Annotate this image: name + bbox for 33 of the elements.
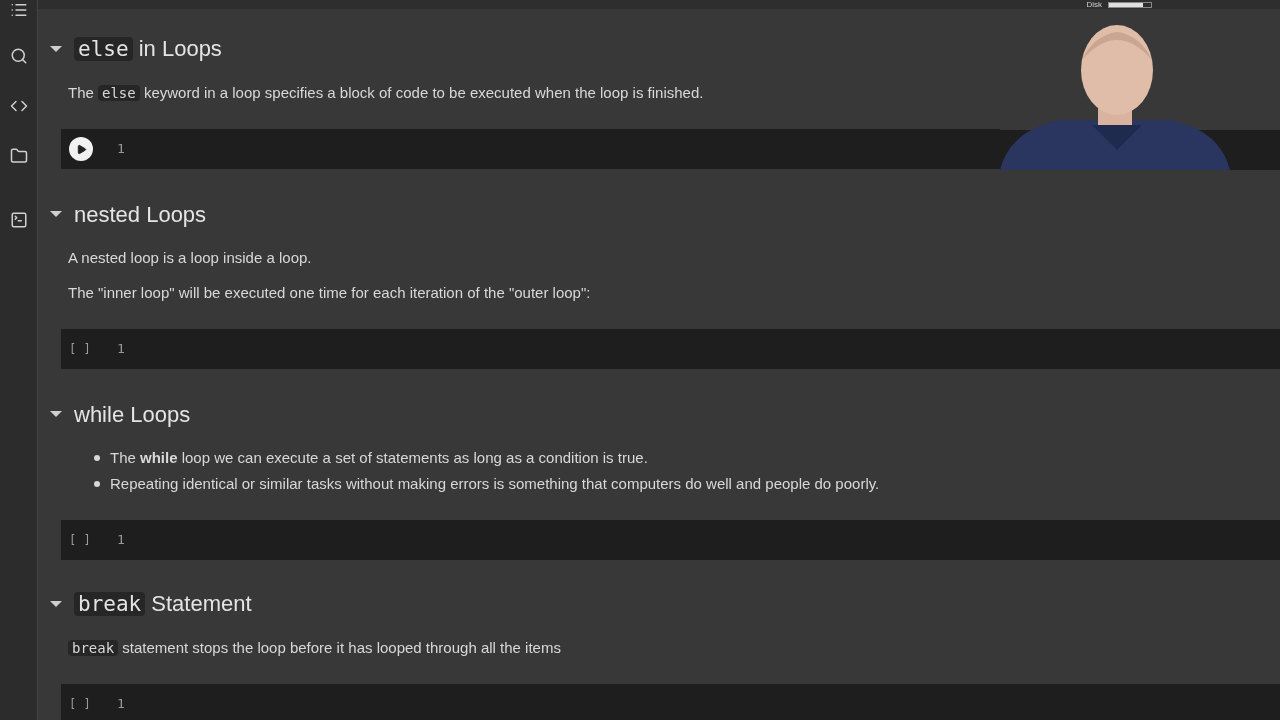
section-heading: while Loops xyxy=(74,400,191,429)
collapse-caret-icon[interactable] xyxy=(50,211,62,217)
run-button[interactable] xyxy=(69,137,93,161)
execution-marker: [ ] xyxy=(69,341,92,358)
disk-label: Disk xyxy=(1086,0,1102,9)
execution-marker: [ ] xyxy=(69,696,92,713)
play-icon xyxy=(75,143,87,155)
paragraph: The "inner loop" will be executed one time for each iteration of the "outer loop": xyxy=(68,283,592,303)
line-number: 1 xyxy=(117,531,125,550)
bullet-icon xyxy=(94,455,100,461)
paragraph: A nested loop is a loop inside a loop. xyxy=(68,248,313,268)
code-cell[interactable]: [ ] 1 xyxy=(61,684,1280,720)
line-number: 1 xyxy=(117,340,125,359)
bullet-icon xyxy=(94,481,100,487)
bullet-text: Repeating identical or similar tasks without making errors is something that computers do well and people do poorly. xyxy=(110,474,880,494)
collapse-caret-icon[interactable] xyxy=(50,601,62,607)
paragraph: break statement stops the loop before it has looped through all the items xyxy=(68,636,1280,660)
code-cell[interactable]: 1 xyxy=(61,129,1000,169)
section-heading: else in Loops xyxy=(74,32,222,66)
search-icon[interactable] xyxy=(9,47,28,65)
table-of-contents-icon[interactable] xyxy=(9,1,28,19)
folder-icon[interactable] xyxy=(9,147,28,165)
section-heading: break Statement xyxy=(74,587,252,621)
execution-marker: [ ] xyxy=(69,532,92,549)
code-cell[interactable]: [ ] 1 xyxy=(61,520,1280,560)
collapse-caret-icon[interactable] xyxy=(50,411,62,417)
bullet-text: The while loop we can execute a set of statements as long as a condition is true. xyxy=(110,448,648,468)
collapse-caret-icon[interactable] xyxy=(50,46,62,52)
terminal-icon[interactable] xyxy=(9,211,28,229)
line-number: 1 xyxy=(117,140,125,159)
line-number: 1 xyxy=(117,695,125,714)
code-cell[interactable]: [ ] 1 xyxy=(61,329,1280,369)
section-heading: nested Loops xyxy=(74,200,207,229)
